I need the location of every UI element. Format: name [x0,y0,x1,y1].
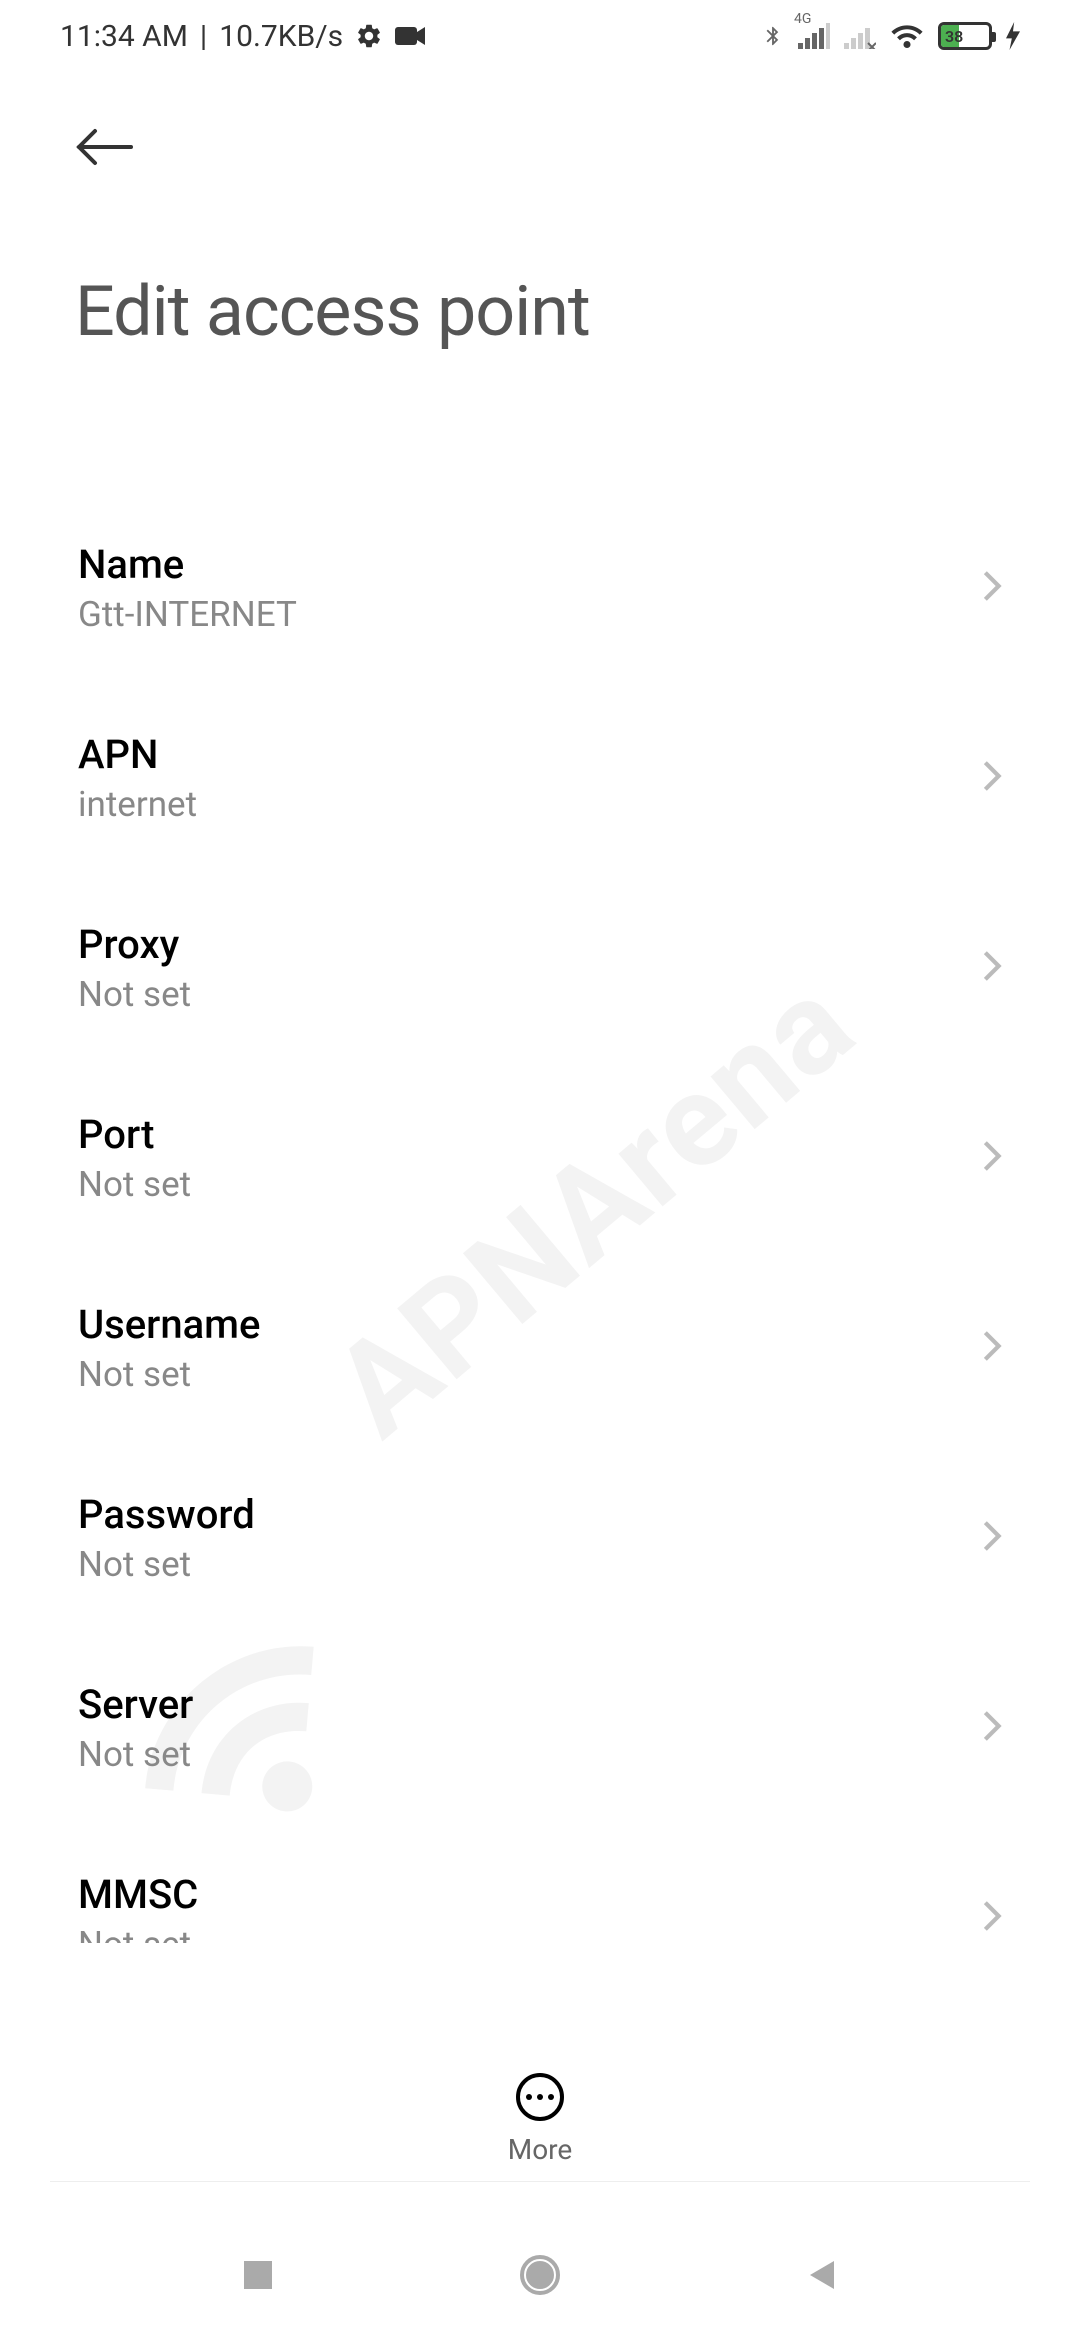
setting-username[interactable]: Username Not set [78,1253,1002,1443]
settings-list: Name Gtt-INTERNET APN internet Proxy Not… [0,493,1080,1943]
setting-label: Port [78,1111,191,1158]
setting-label: Password [78,1491,255,1538]
setting-password[interactable]: Password Not set [78,1443,1002,1633]
setting-label: Server [78,1681,193,1728]
status-bar-right: 4G [762,21,1020,51]
navigation-bar [0,2210,1080,2340]
divider [50,2181,1030,2182]
page-title: Edit access point [75,271,1005,353]
more-icon [516,2073,564,2121]
setting-mmsc[interactable]: MMSC Not set [78,1823,1002,1943]
setting-label: MMSC [78,1871,198,1918]
setting-label: APN [78,731,197,778]
setting-label: Name [78,541,297,588]
back-button[interactable] [75,127,135,167]
setting-port[interactable]: Port Not set [78,1063,1002,1253]
setting-value: Not set [78,1164,191,1205]
setting-label: Username [78,1301,260,1348]
signal-sim2-icon [844,23,876,49]
status-time: 11:34 AM [60,19,188,54]
chevron-right-icon [982,1899,1002,1937]
nav-recents-button[interactable] [240,2257,276,2293]
nav-back-button[interactable] [804,2257,840,2293]
chevron-right-icon [982,1519,1002,1557]
setting-proxy[interactable]: Proxy Not set [78,873,1002,1063]
setting-value: Not set [78,974,191,1015]
setting-value: Gtt-INTERNET [78,594,297,635]
more-label: More [508,2133,573,2166]
header: Edit access point [0,72,1080,353]
gear-icon [355,22,383,50]
bluetooth-icon [762,21,784,51]
setting-name[interactable]: Name Gtt-INTERNET [78,493,1002,683]
setting-value: Not set [78,1354,260,1395]
battery-icon: 38 [938,22,992,50]
setting-value: Not set [78,1924,198,1943]
chevron-right-icon [982,1139,1002,1177]
chevron-right-icon [982,949,1002,987]
status-data-rate: 10.7KB/s [219,19,343,54]
status-bar-left: 11:34 AM | 10.7KB/s [60,19,427,54]
signal-4g-icon: 4G [798,23,830,49]
setting-label: Proxy [78,921,191,968]
chevron-right-icon [982,759,1002,797]
setting-value: Not set [78,1734,193,1775]
setting-server[interactable]: Server Not set [78,1633,1002,1823]
setting-value: internet [78,784,197,825]
chevron-right-icon [982,1709,1002,1747]
setting-value: Not set [78,1544,255,1585]
wifi-icon [890,23,924,49]
charging-icon [1006,22,1020,50]
more-button[interactable]: More [0,2073,1080,2166]
nav-home-button[interactable] [516,2251,564,2299]
setting-apn[interactable]: APN internet [78,683,1002,873]
chevron-right-icon [982,1329,1002,1367]
camera-icon [395,25,427,47]
chevron-right-icon [982,569,1002,607]
status-bar: 11:34 AM | 10.7KB/s 4G [0,0,1080,72]
